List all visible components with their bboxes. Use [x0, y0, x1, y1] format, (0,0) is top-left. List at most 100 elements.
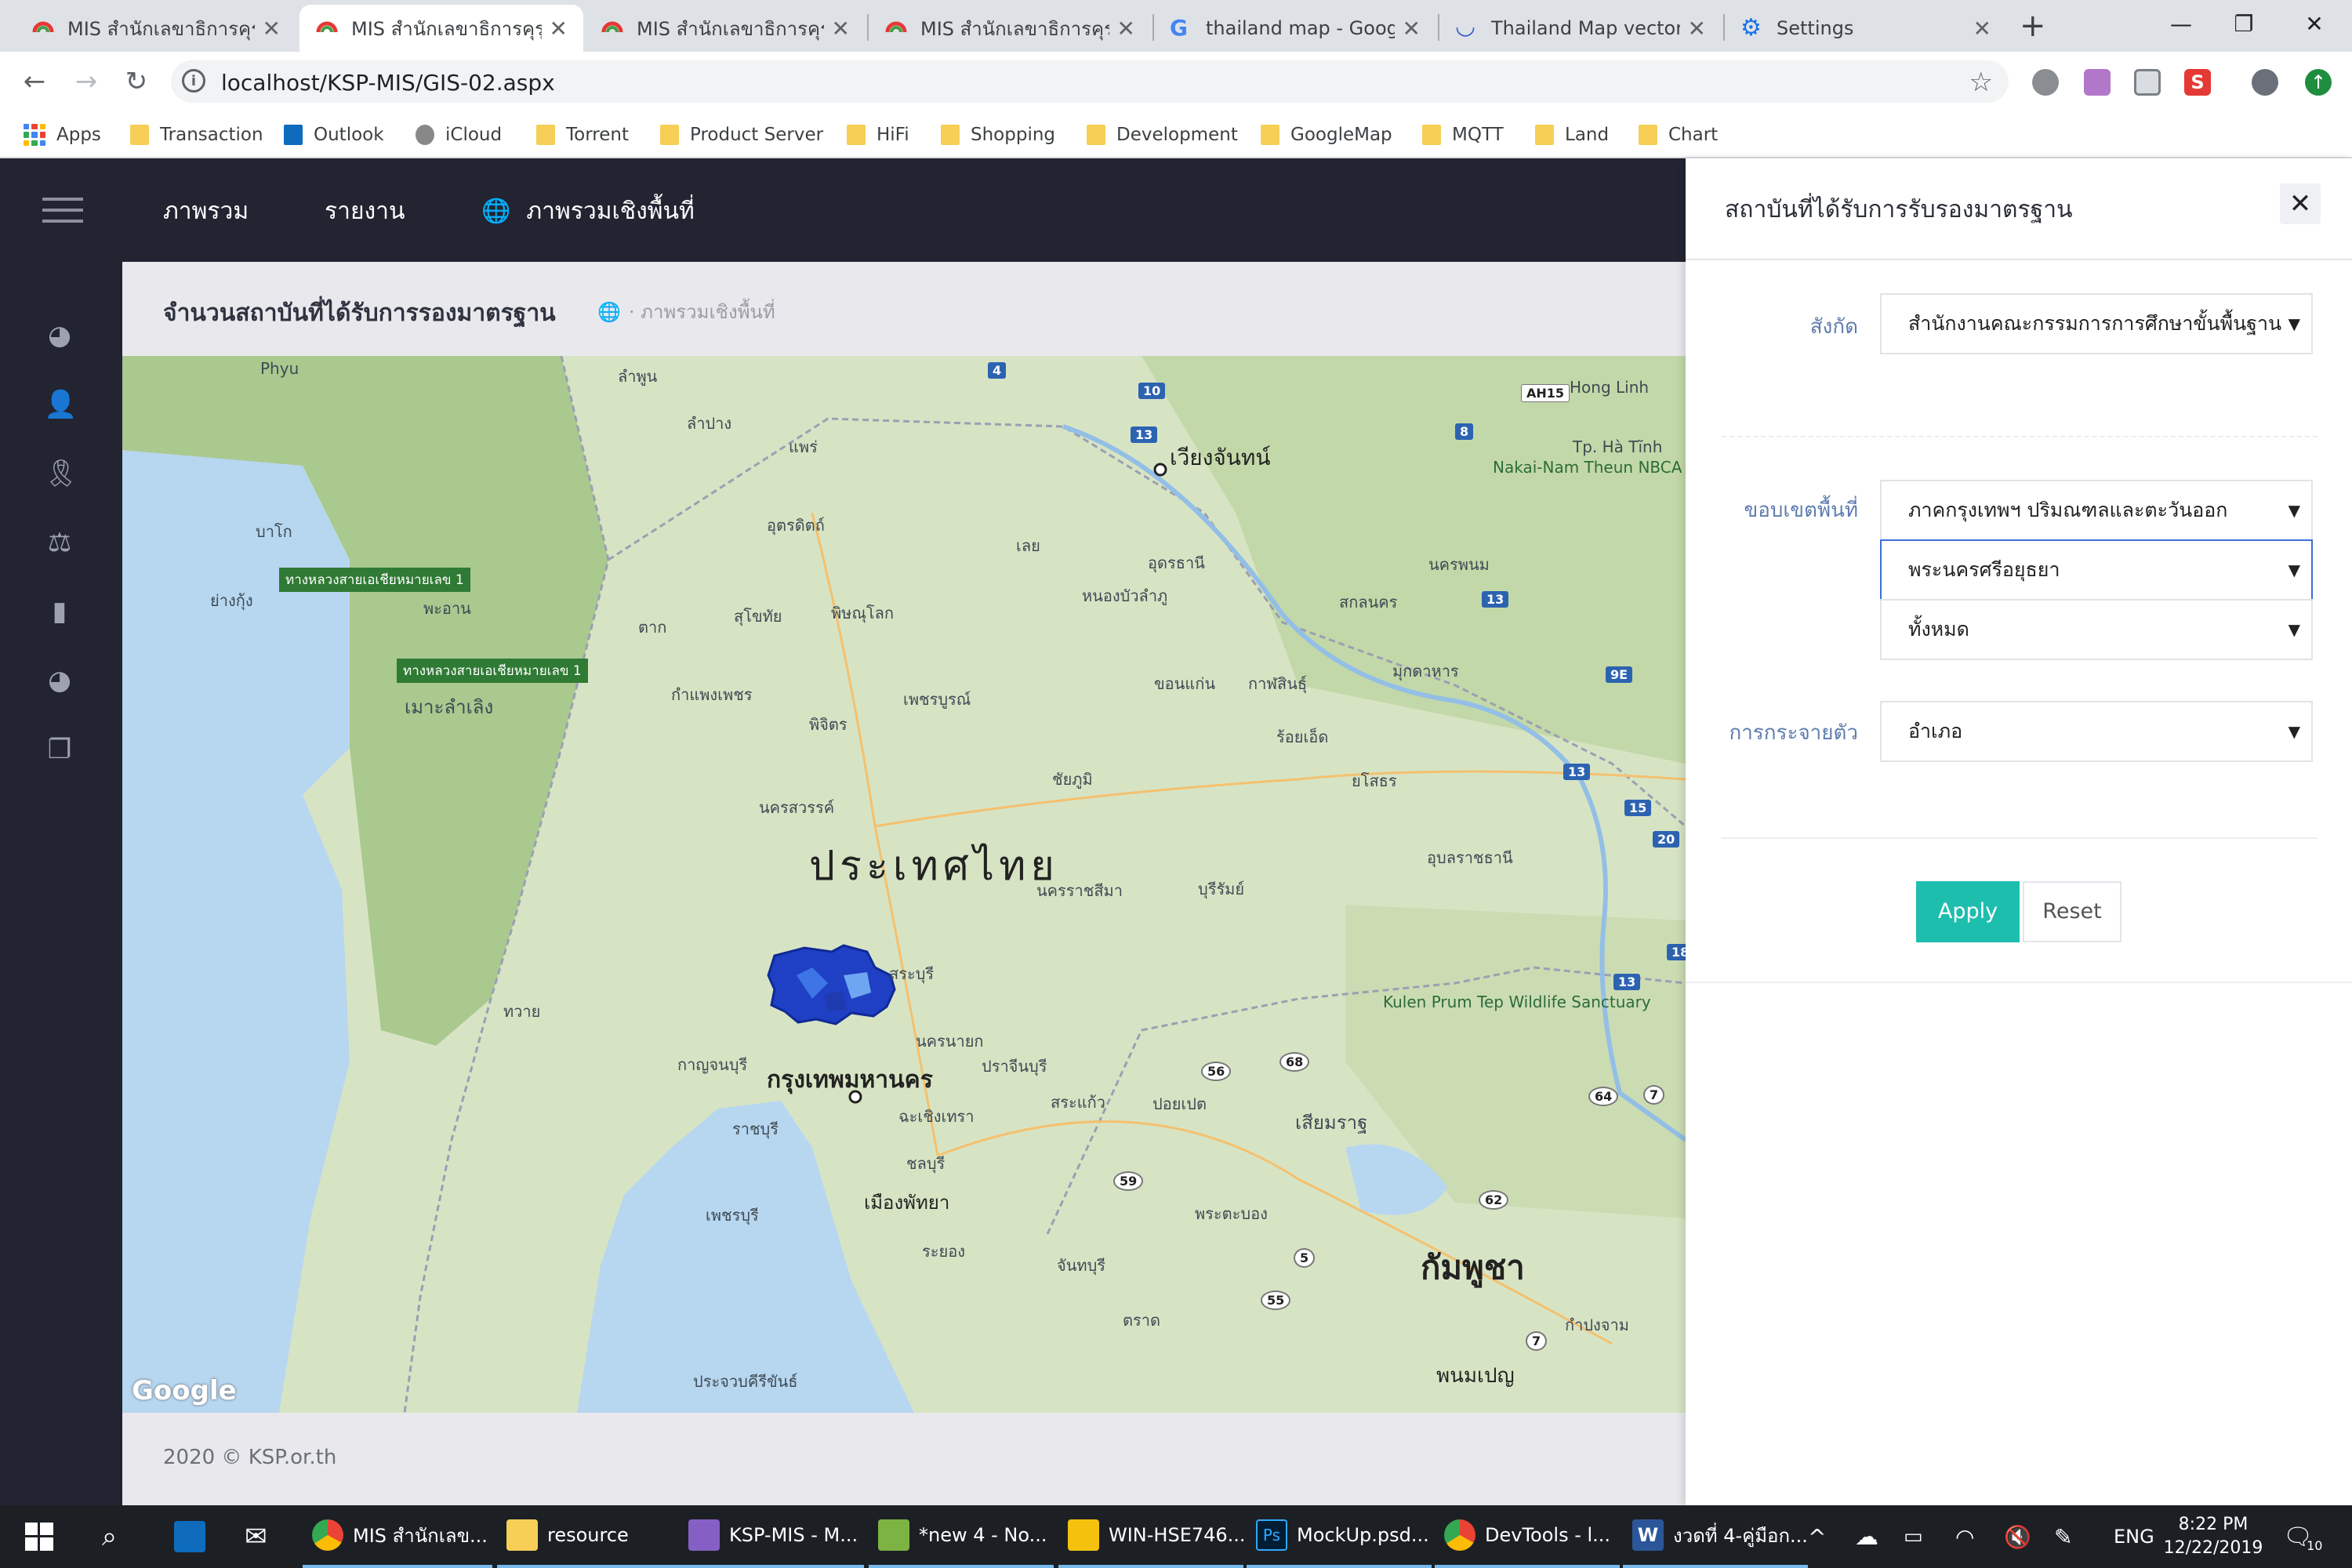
pdf-extension-icon[interactable]: [2084, 69, 2111, 96]
district-select[interactable]: ทั้งหมด ▼: [1880, 599, 2313, 660]
taskbar-app[interactable]: WIN-HSE746...: [1058, 1505, 1246, 1568]
distribution-label: การกระจายตัว: [1729, 721, 1858, 745]
road-sign: 4: [988, 362, 1007, 379]
app-page: ภาพรวม รายงาน 🌐 ภาพรวมเชิงพื้นที่ ◕ 👤 🎗 ⚖…: [0, 158, 2352, 1505]
nav-overview[interactable]: ภาพรวม: [163, 193, 249, 230]
close-icon[interactable]: ✕: [832, 16, 850, 42]
taskbar-app[interactable]: DevTools - l...: [1435, 1505, 1620, 1568]
browser-tab[interactable]: G thailand map - Googl ✕: [1154, 5, 1436, 52]
pie-chart-icon[interactable]: ◕: [44, 320, 75, 351]
affiliation-select[interactable]: สำนักงานคณะกรรมการการศึกษาขั้นพื้นฐาน ▼: [1880, 293, 2313, 354]
notification-center[interactable]: 🗨 10: [2283, 1505, 2322, 1568]
close-icon[interactable]: ✕: [2280, 183, 2321, 224]
reset-button[interactable]: Reset: [2023, 881, 2122, 942]
user-check-icon[interactable]: 👤: [44, 389, 77, 420]
wave-icon: ◡: [1455, 13, 1476, 40]
map-place-label: อุดรธานี: [1148, 554, 1205, 572]
scale-icon[interactable]: ⚖: [44, 527, 75, 558]
window-close-icon[interactable]: ✕: [2278, 0, 2350, 47]
close-icon[interactable]: ✕: [1688, 16, 1706, 42]
apply-button[interactable]: Apply: [1916, 881, 2020, 942]
mail-icon[interactable]: ✉: [235, 1505, 282, 1568]
folder-icon: [1422, 125, 1441, 145]
road-sign: 20: [1653, 831, 1680, 848]
browser-tab-active[interactable]: MIS สำนักเลขาธิการคุรุส ✕: [299, 5, 583, 52]
road-sign: 62: [1479, 1190, 1509, 1210]
word-icon: W: [1632, 1519, 1664, 1551]
id-badge-icon[interactable]: ▮: [44, 596, 75, 627]
taskbar-app[interactable]: MIS สำนักเลข...: [303, 1505, 492, 1568]
pie-chart-icon[interactable]: ◕: [44, 665, 75, 696]
close-icon[interactable]: ✕: [263, 16, 281, 42]
award-icon[interactable]: 🎗: [44, 458, 78, 489]
bookmark-star-icon[interactable]: ☆: [1969, 67, 1993, 98]
back-icon[interactable]: ←: [16, 63, 53, 100]
map-canvas[interactable]: ประเทศไทย กรุงเทพมหานคร กัมพูชา เวียงจัน…: [122, 356, 1686, 1413]
bookmark-folder[interactable]: HiFi: [847, 121, 909, 149]
nav-report[interactable]: รายงาน: [325, 193, 405, 230]
taskbar-app[interactable]: resource: [497, 1505, 682, 1568]
distribution-select[interactable]: อำเภอ ▼: [1880, 701, 2313, 762]
browser-tab[interactable]: MIS สำนักเลขาธิการคุรุส ✕: [869, 5, 1151, 52]
browser-tab[interactable]: MIS สำนักเลขาธิการคุรุส ✕: [585, 5, 866, 52]
folder-icon: [130, 125, 149, 145]
bookmark-folder[interactable]: Chart: [1639, 121, 1718, 149]
province-select[interactable]: พระนครศรีอยุธยา ▼: [1880, 539, 2313, 601]
bookmark-outlook[interactable]: Outlook: [284, 121, 384, 149]
bookmark-label: Transaction: [160, 125, 263, 145]
maximize-icon[interactable]: ❐: [2208, 0, 2280, 47]
close-icon[interactable]: ✕: [1403, 16, 1421, 42]
taskbar-app[interactable]: W งวดที่ 4-คู่มือก...: [1623, 1505, 1808, 1568]
bookmark-folder[interactable]: GoogleMap: [1261, 121, 1392, 149]
close-icon[interactable]: ✕: [1973, 16, 1991, 42]
extension-gear-icon[interactable]: [2032, 69, 2059, 96]
pen-icon[interactable]: ✎: [2054, 1505, 2072, 1568]
bookmark-label: Product Server: [690, 125, 824, 145]
avatar[interactable]: [2252, 69, 2278, 96]
minimize-icon[interactable]: —: [2145, 0, 2217, 47]
info-icon[interactable]: i: [182, 69, 205, 93]
bookmark-folder[interactable]: MQTT: [1422, 121, 1504, 149]
system-clock[interactable]: 8:22 PM 12/22/2019: [2154, 1513, 2272, 1560]
bookmark-folder[interactable]: Shopping: [941, 121, 1055, 149]
volume-mute-icon[interactable]: 🔇: [2004, 1505, 2031, 1568]
bookmark-folder[interactable]: Torrent: [536, 121, 629, 149]
bookmark-folder[interactable]: Land: [1535, 121, 1609, 149]
map-place-label: แพร่: [789, 437, 818, 456]
new-tab-icon[interactable]: +: [2020, 8, 2046, 44]
start-button[interactable]: [16, 1505, 63, 1568]
screenshot-extension-icon[interactable]: [2134, 69, 2161, 96]
region-select[interactable]: ภาคกรุงเทพฯ ปริมณฑลและตะวันออก ▼: [1880, 480, 2313, 541]
outlook-taskbar-icon[interactable]: [165, 1505, 212, 1568]
search-icon[interactable]: ⌕: [93, 1505, 140, 1568]
bookmark-folder[interactable]: Product Server: [660, 121, 823, 149]
update-icon[interactable]: ↑: [2305, 69, 2332, 96]
nav-spatial-overview[interactable]: 🌐 ภาพรวมเชิงพื้นที่: [481, 193, 695, 230]
browser-tab[interactable]: ◡ Thailand Map vector f ✕: [1439, 5, 1722, 52]
bookmark-folder[interactable]: Development: [1087, 121, 1238, 149]
bookmark-icloud[interactable]: iCloud: [416, 121, 502, 149]
copy-document-icon[interactable]: ❐: [44, 734, 75, 765]
taskbar-app[interactable]: *new 4 - No...: [869, 1505, 1054, 1568]
address-bar[interactable]: i localhost/KSP-MIS/GIS-02.aspx ☆: [171, 60, 2009, 103]
browser-tab[interactable]: MIS สำนักเลขาธิการคุรุส ✕: [16, 5, 296, 52]
url-text[interactable]: localhost/KSP-MIS/GIS-02.aspx: [221, 70, 555, 96]
hamburger-menu-icon[interactable]: [42, 198, 83, 230]
close-icon[interactable]: ✕: [550, 16, 568, 42]
taskbar-app[interactable]: Ps MockUp.psd...: [1247, 1505, 1432, 1568]
show-hidden-icons-icon[interactable]: ^: [1808, 1505, 1826, 1568]
tab-label: MIS สำนักเลขาธิการคุรุส: [637, 17, 824, 40]
close-icon[interactable]: ✕: [1117, 16, 1135, 42]
forward-icon[interactable]: →: [67, 63, 105, 100]
browser-tab[interactable]: ⚙ Settings ✕: [1725, 5, 2007, 52]
battery-icon[interactable]: ▭: [1904, 1505, 1923, 1568]
breadcrumb[interactable]: 🌐 · ภาพรวมเชิงพื้นที่: [597, 296, 775, 327]
onedrive-icon[interactable]: ☁: [1855, 1505, 1878, 1568]
bookmark-apps[interactable]: Apps: [24, 121, 101, 149]
taskbar-app[interactable]: KSP-MIS - M...: [679, 1505, 864, 1568]
bookmark-folder[interactable]: Transaction: [130, 121, 263, 149]
reload-icon[interactable]: ↻: [118, 63, 155, 100]
s-extension-icon[interactable]: S: [2184, 69, 2211, 96]
wifi-icon[interactable]: ◠: [1955, 1505, 1974, 1568]
language-indicator[interactable]: ENG: [2114, 1505, 2154, 1568]
